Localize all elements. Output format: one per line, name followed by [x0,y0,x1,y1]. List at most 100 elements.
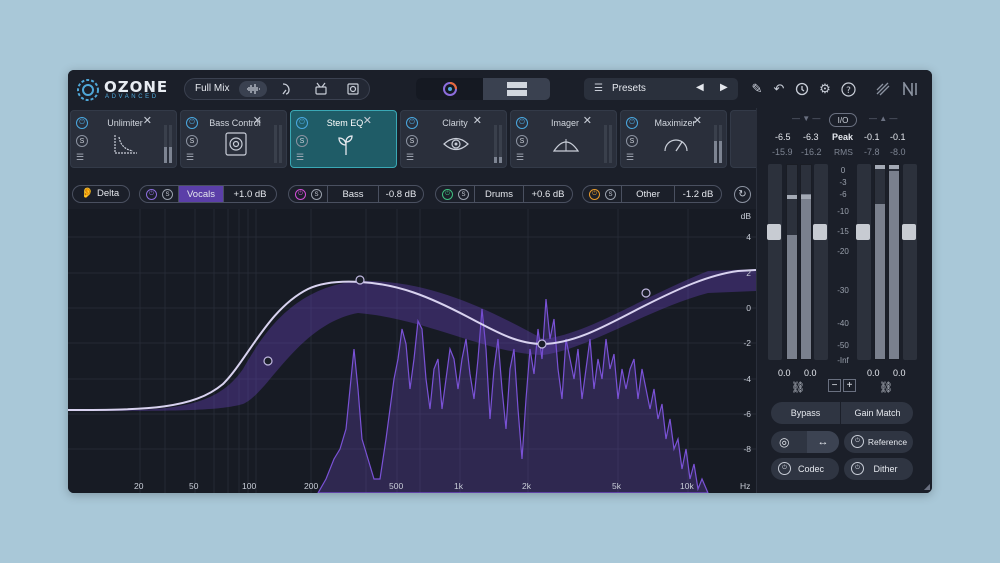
minus-button[interactable]: − [828,379,841,392]
input-collapse-icon[interactable]: — ▼ — [792,114,820,123]
ear-icon: 👂 [81,188,94,199]
dither-button[interactable]: ⏻ Dither [844,458,913,480]
presets-bar[interactable]: ☰ Presets ◀ ▶ [584,78,738,100]
list-icon[interactable]: ☰ [406,152,414,163]
power-icon[interactable]: ⏻ [296,117,308,129]
input-fader-left[interactable] [767,164,782,360]
module-unlimiter[interactable]: ⏻ S ☰ Unlimiter ✕ [70,110,177,168]
close-icon[interactable]: ✕ [143,114,152,127]
solo-icon[interactable]: S [76,135,88,147]
list-icon[interactable]: ☰ [76,152,84,163]
list-icon[interactable]: ☰ [626,152,634,163]
input-gain-right[interactable]: 0.0 [804,368,817,378]
band-gain[interactable]: +0.6 dB [524,186,572,202]
drums-icon[interactable] [307,81,335,97]
reference-button[interactable]: ⏻ Reference [844,431,913,453]
power-icon[interactable]: ⏻ [406,117,418,129]
list-icon[interactable]: ☰ [186,152,194,163]
bass-speaker-icon[interactable] [339,81,367,97]
full-mix-button[interactable]: Full Mix [195,83,229,94]
fader-knob[interactable] [856,224,870,240]
power-icon[interactable]: ⏻ [186,117,198,129]
solo-icon[interactable]: S [458,189,469,200]
band-other[interactable]: ⏻ S Other -1.2 dB [582,185,722,203]
delta-button[interactable]: 👂 Delta [72,185,130,203]
close-icon[interactable]: ✕ [583,114,592,127]
gear-icon[interactable]: ⚙ [816,80,834,98]
input-fader-right[interactable] [813,164,828,360]
codec-button[interactable]: ⏻ Codec [771,458,839,480]
solo-icon[interactable]: S [605,189,616,200]
undo-icon[interactable]: ↶ [770,80,788,98]
solo-icon[interactable]: S [311,189,322,200]
meter-scale-tick: -30 [837,286,849,295]
bypass-button[interactable]: Bypass [771,402,841,424]
band-gain[interactable]: -1.2 dB [675,186,721,202]
signal-flow-icon[interactable] [874,80,892,98]
power-icon[interactable]: ⏻ [76,117,88,129]
swap-channels-icon[interactable]: ↔ [807,431,839,453]
power-icon[interactable]: ⏻ [442,189,453,200]
power-icon[interactable]: ⏻ [295,189,306,200]
eq-display[interactable]: dB 4 2 0 -2 -4 -6 -8 20 50 100 200 500 1… [68,209,756,493]
modules-view-button[interactable] [483,78,550,100]
close-icon[interactable]: ✕ [693,114,702,127]
help-icon[interactable]: ? [839,80,857,98]
input-gain-left[interactable]: 0.0 [778,368,791,378]
output-fader-right[interactable] [902,164,917,360]
band-drums[interactable]: ⏻ S Drums +0.6 dB [435,185,573,203]
solo-icon[interactable]: S [186,135,198,147]
ni-logo-icon[interactable] [902,80,920,98]
fader-knob[interactable] [767,224,781,240]
hz-tick: 2k [522,481,531,491]
vocals-icon[interactable] [273,81,301,97]
input-link-icon[interactable]: ⛓ [791,381,805,394]
fader-knob[interactable] [813,224,827,240]
band-vocals[interactable]: ⏻ S Vocals +1.0 dB [139,185,277,203]
power-icon[interactable]: ⏻ [146,189,157,200]
power-icon[interactable]: ⏻ [589,189,600,200]
solo-icon[interactable]: S [296,135,308,147]
assistant-view-button[interactable] [416,78,483,100]
pencil-icon[interactable]: ✎ [748,80,766,98]
list-icon[interactable]: ☰ [516,152,524,163]
preset-prev-button[interactable]: ◀ [696,82,704,93]
solo-icon[interactable]: S [516,135,528,147]
preset-next-button[interactable]: ▶ [720,82,728,93]
close-icon[interactable]: ✕ [473,114,482,127]
power-icon[interactable]: ⏻ [626,117,638,129]
gain-match-button[interactable]: Gain Match [842,402,913,424]
mono-toggle-icon[interactable]: ◎ [779,435,789,449]
band-bass[interactable]: ⏻ S Bass -0.8 dB [288,185,424,203]
fader-knob[interactable] [902,224,916,240]
waveform-icon[interactable] [239,81,267,97]
module-imager[interactable]: ⏻ S ☰ Imager ✕ [510,110,617,168]
db-unit-label: dB [740,211,751,221]
history-icon[interactable] [793,80,811,98]
band-gain[interactable]: +1.0 dB [226,186,274,202]
io-toggle-button[interactable]: I/O [829,113,857,127]
band-gain[interactable]: -0.8 dB [379,186,423,202]
output-fader-left[interactable] [856,164,871,360]
power-icon[interactable]: ⏻ [516,117,528,129]
list-icon[interactable]: ☰ [296,152,304,163]
solo-icon[interactable]: S [626,135,638,147]
close-icon[interactable]: ✕ [363,114,372,127]
assistant-orb-icon [442,82,457,96]
output-link-icon[interactable]: ⛓ [879,381,893,394]
solo-icon[interactable]: S [162,189,173,200]
solo-icon[interactable]: S [406,135,418,147]
db-tick: 2 [746,268,751,278]
db-tick: -8 [743,444,751,454]
module-maximizer[interactable]: ⏻ S ☰ Maximizer ✕ [620,110,727,168]
resize-handle-icon[interactable]: ◢ [924,482,930,491]
reset-icon[interactable]: ↻ [734,186,751,203]
plus-button[interactable]: + [843,379,856,392]
close-icon[interactable]: ✕ [253,114,262,127]
module-stem-eq[interactable]: ⏻ S ☰ Stem EQ ✕ [290,110,397,168]
output-collapse-icon[interactable]: — ▲ — [869,114,897,123]
module-bass-control[interactable]: ⏻ S ☰ Bass Control ✕ [180,110,287,168]
output-gain-right[interactable]: 0.0 [893,368,906,378]
module-clarity[interactable]: ⏻ S ☰ Clarity ✕ [400,110,507,168]
output-gain-left[interactable]: 0.0 [867,368,880,378]
